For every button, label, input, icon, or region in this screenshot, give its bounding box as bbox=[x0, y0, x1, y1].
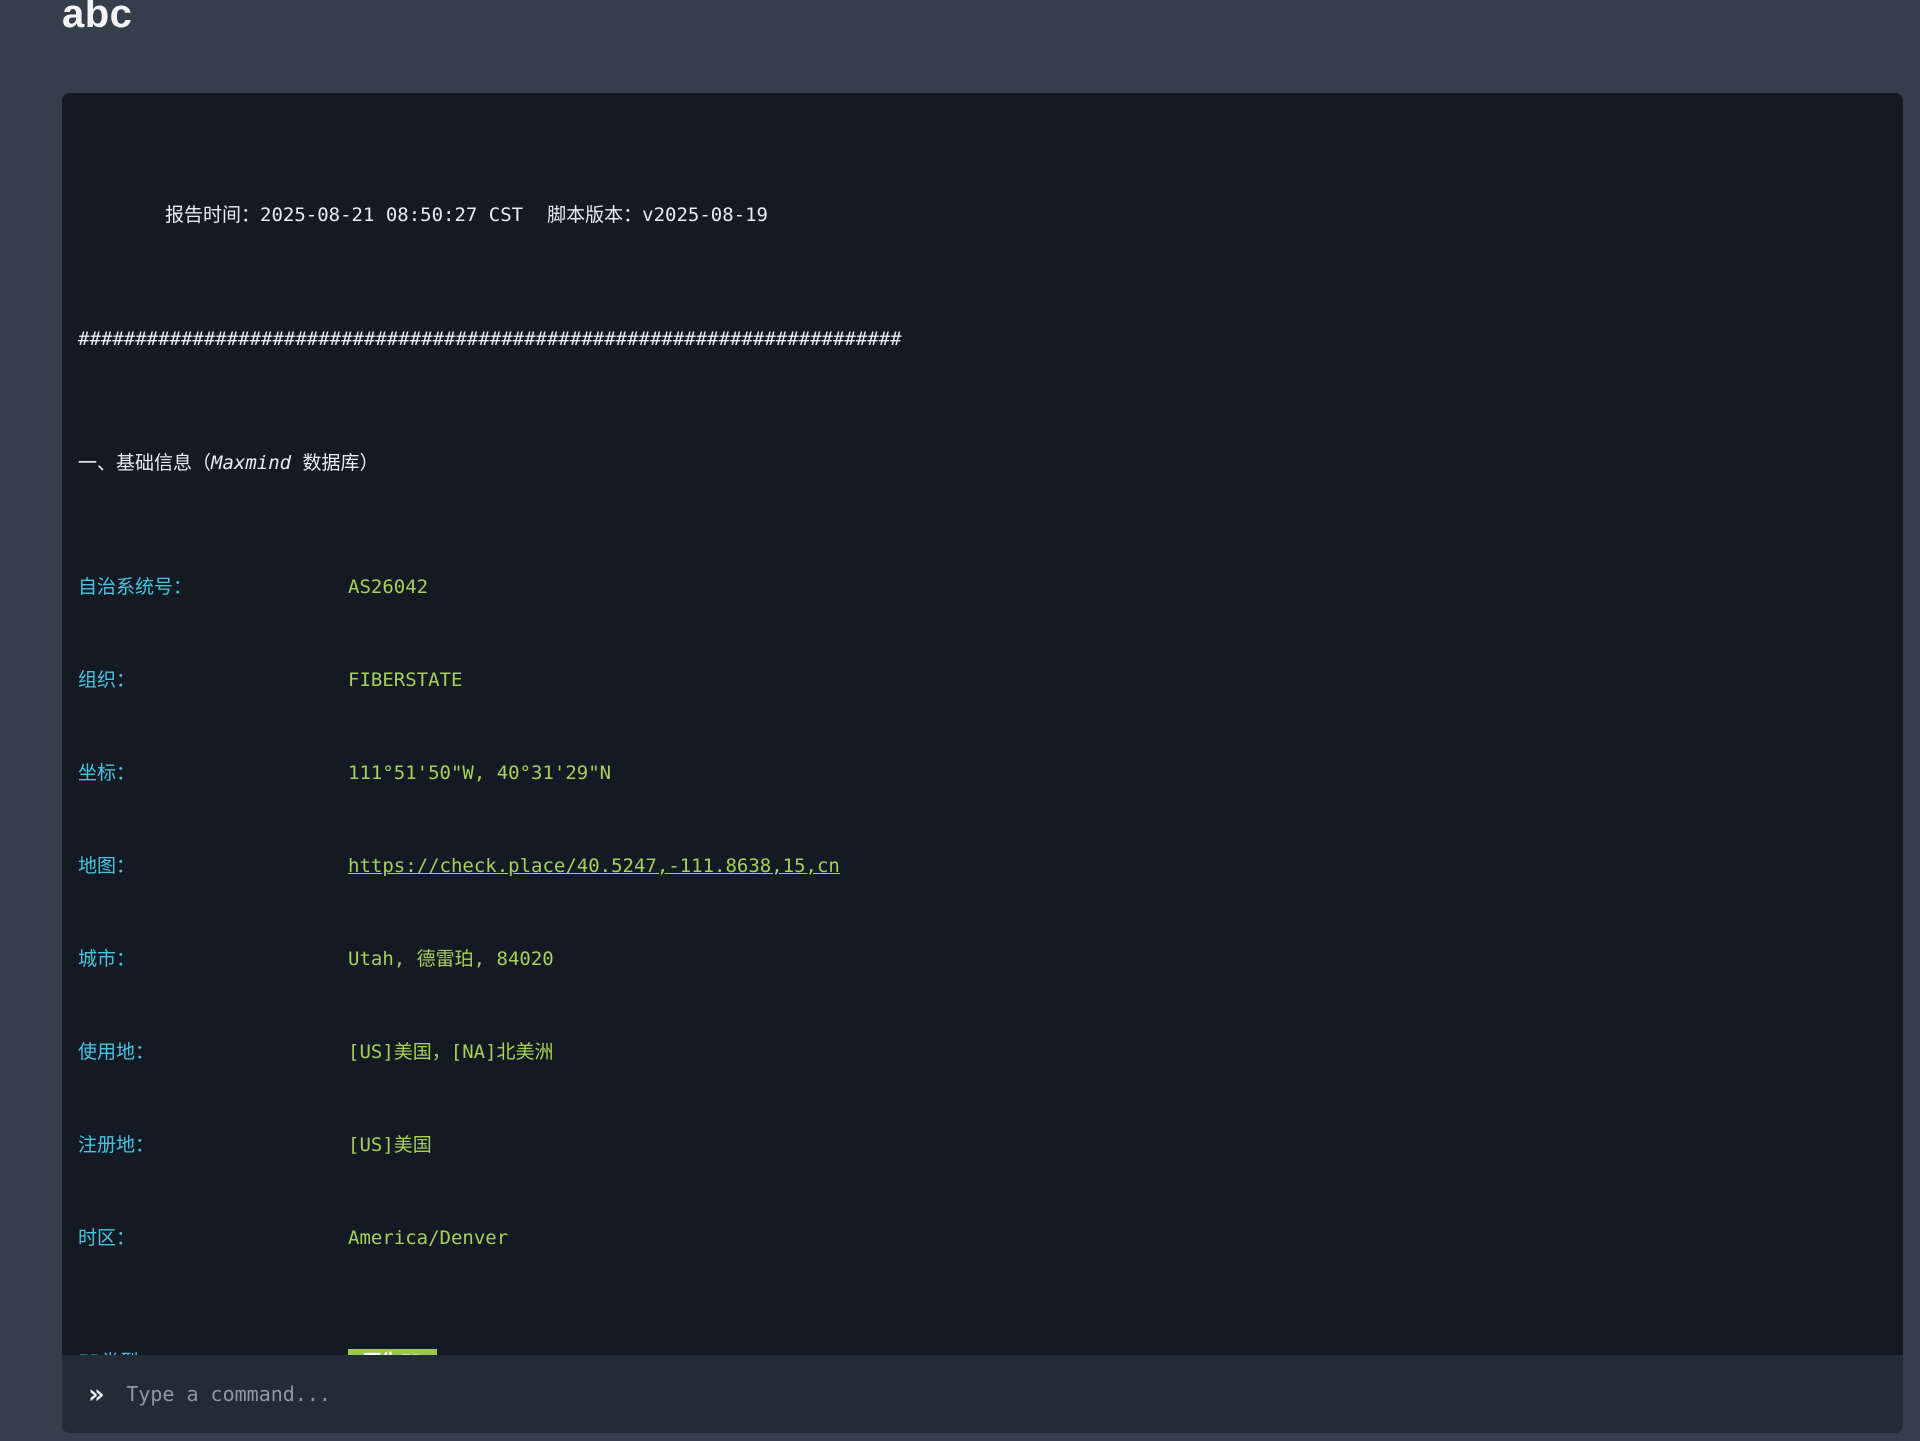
separator-line: ########################################… bbox=[78, 324, 1887, 355]
report-header-line: 报告时间：2025-08-21 08:50:27 CST 脚本版本：v2025-0… bbox=[78, 200, 1887, 231]
report-time-value: 2025-08-21 08:50:27 CST bbox=[260, 200, 523, 231]
field-row-registered-location: 注册地：[US]美国 bbox=[78, 1130, 1887, 1161]
terminal-output: 报告时间：2025-08-21 08:50:27 CST 脚本版本：v2025-0… bbox=[62, 93, 1903, 1355]
map-link[interactable]: https://check.place/40.5247,-111.8638,15… bbox=[348, 851, 840, 882]
script-version-label: 脚本版本： bbox=[547, 200, 642, 231]
field-row-timezone: 时区：America/Denver bbox=[78, 1223, 1887, 1254]
script-version-value: v2025-08-19 bbox=[642, 200, 768, 231]
field-row-coords: 坐标：111°51'50"W, 40°31'29"N bbox=[78, 758, 1887, 789]
maxmind-label: Maxmind bbox=[211, 448, 291, 479]
report-time-label: 报告时间： bbox=[165, 200, 260, 231]
section1-heading: 一、基础信息（Maxmind 数据库） bbox=[78, 448, 1887, 479]
field-row-usage-location: 使用地：[US]美国，[NA]北美洲 bbox=[78, 1037, 1887, 1068]
page-title: abc bbox=[62, 0, 132, 37]
field-row-city: 城市：Utah, 德雷珀, 84020 bbox=[78, 944, 1887, 975]
field-row-org: 组织：FIBERSTATE bbox=[78, 665, 1887, 696]
prompt-icon: » bbox=[88, 1381, 104, 1408]
terminal-panel: 报告时间：2025-08-21 08:50:27 CST 脚本版本：v2025-0… bbox=[62, 93, 1903, 1433]
command-bar: » bbox=[62, 1355, 1903, 1433]
command-input[interactable] bbox=[124, 1381, 1877, 1407]
field-row-map: 地图：https://check.place/40.5247,-111.8638… bbox=[78, 851, 1887, 882]
field-row-asn: 自治系统号：AS26042 bbox=[78, 572, 1887, 603]
